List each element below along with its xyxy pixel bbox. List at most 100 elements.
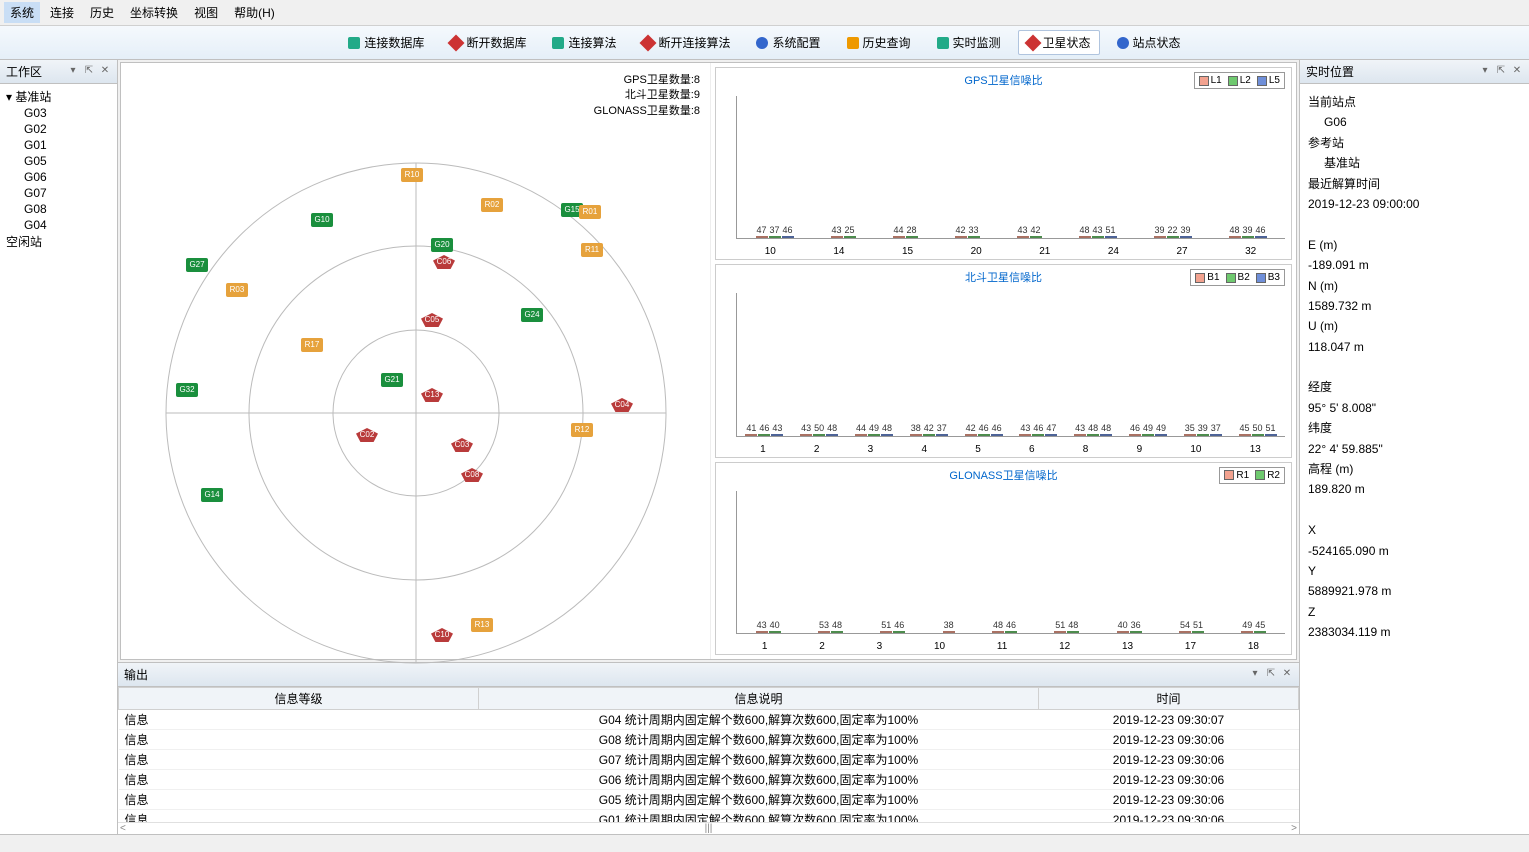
bar-group: 4325	[831, 236, 856, 238]
output-row[interactable]: 信息G05 统计周期内固定解个数600,解算次数600,固定率为100%2019…	[119, 790, 1299, 810]
bar: 38	[910, 434, 922, 436]
dropdown-icon[interactable]: ▾	[67, 66, 79, 78]
pin-icon[interactable]: ⇱	[1495, 66, 1507, 78]
menu-item[interactable]: 连接	[44, 2, 80, 23]
toolbar-button[interactable]: 历史查询	[838, 30, 920, 55]
menu-item[interactable]: 视图	[188, 2, 224, 23]
toolbar-button[interactable]: 站点状态	[1108, 30, 1190, 55]
menu-item[interactable]: 帮助(H)	[228, 2, 281, 23]
toolbar-button[interactable]: 卫星状态	[1018, 30, 1100, 55]
toolbar-button[interactable]: 系统配置	[747, 30, 829, 55]
bar: 48	[1087, 434, 1099, 436]
tree-station-item[interactable]: G01	[4, 137, 113, 153]
dropdown-icon[interactable]: ▾	[1479, 66, 1491, 78]
tree-station-item[interactable]: G06	[4, 169, 113, 185]
close-icon[interactable]: ✕	[99, 66, 111, 78]
satellite-marker[interactable]: R17	[301, 338, 323, 352]
bar: 43	[800, 434, 812, 436]
bar: 48	[1079, 236, 1091, 238]
toolbar-button[interactable]: 连接数据库	[339, 30, 433, 55]
satellite-marker[interactable]: R02	[481, 198, 503, 212]
bar: 39	[1154, 236, 1166, 238]
satellite-marker[interactable]: G20	[431, 238, 453, 252]
bar-group: 4340	[756, 631, 781, 633]
satellite-marker[interactable]: R01	[579, 205, 601, 219]
skyplot-pane: GPS卫星数量:8 北斗卫星数量:9 GLONASS卫星数量:8 R10R02G…	[121, 63, 711, 659]
bar: 46	[893, 631, 905, 633]
tree-station-item[interactable]: G03	[4, 105, 113, 121]
menu-item[interactable]: 历史	[84, 2, 120, 23]
pin-icon[interactable]: ⇱	[83, 66, 95, 78]
satellite-marker[interactable]: G27	[186, 258, 208, 272]
tree-station-item[interactable]: G02	[4, 121, 113, 137]
bar: 50	[1252, 434, 1264, 436]
tree-idle-root[interactable]: 空闲站	[4, 233, 113, 250]
tree-station-item[interactable]: G08	[4, 201, 113, 217]
satellite-marker[interactable]: G14	[201, 488, 223, 502]
bar: 46	[978, 434, 990, 436]
output-column-header[interactable]: 信息等级	[119, 688, 479, 710]
bar-group: 4342	[1017, 236, 1042, 238]
bar: 39	[1197, 434, 1209, 436]
tree-station-item[interactable]: G05	[4, 153, 113, 169]
position-header: 实时位置 ▾ ⇱ ✕	[1300, 60, 1529, 84]
satellite-marker[interactable]: R11	[581, 243, 603, 257]
output-column-header[interactable]: 信息说明	[479, 688, 1039, 710]
tree-base-root[interactable]: ▾ 基准站	[4, 88, 113, 105]
satellite-marker[interactable]: R13	[471, 618, 493, 632]
bar-group: 434647	[1019, 434, 1057, 436]
satellite-marker[interactable]: G21	[381, 373, 403, 387]
workspace-title: 工作区	[6, 63, 42, 80]
satellite-marker[interactable]: R03	[226, 283, 248, 297]
tree-station-item[interactable]: G07	[4, 185, 113, 201]
satellite-marker[interactable]: G32	[176, 383, 198, 397]
scroll-controls[interactable]: <|||>	[118, 822, 1299, 834]
toolbar-icon	[640, 34, 657, 51]
station-tree[interactable]: ▾ 基准站 G03G02G01G05G06G07G08G04 空闲站	[0, 84, 117, 834]
tree-station-item[interactable]: G04	[4, 217, 113, 233]
satellite-marker[interactable]: G24	[521, 308, 543, 322]
bar: 46	[758, 434, 770, 436]
output-row[interactable]: 信息G01 统计周期内固定解个数600,解算次数600,固定率为100%2019…	[119, 810, 1299, 823]
output-row[interactable]: 信息G06 统计周期内固定解个数600,解算次数600,固定率为100%2019…	[119, 770, 1299, 790]
bar: 45	[1254, 631, 1266, 633]
toolbar-button[interactable]: 实时监测	[928, 30, 1010, 55]
toolbar-button[interactable]: 断开连接算法	[633, 30, 739, 55]
output-grid[interactable]: 信息等级信息说明时间信息G04 统计周期内固定解个数600,解算次数600,固定…	[118, 687, 1299, 822]
main-area: 工作区 ▾ ⇱ ✕ ▾ 基准站 G03G02G01G05G06G07G08G04…	[0, 60, 1529, 834]
menu-item[interactable]: 系统	[4, 2, 40, 23]
chart-title: GPS卫星信噪比	[964, 72, 1042, 88]
pin-icon[interactable]: ⇱	[1265, 669, 1277, 681]
bar: 47	[756, 236, 768, 238]
bar: 45	[1239, 434, 1251, 436]
dropdown-icon[interactable]: ▾	[1249, 669, 1261, 681]
bar: 48	[826, 434, 838, 436]
bar: 51	[1054, 631, 1066, 633]
bar: 43	[1092, 236, 1104, 238]
satellite-marker[interactable]: R12	[571, 423, 593, 437]
bar: 51	[1265, 434, 1277, 436]
satellite-marker[interactable]: R10	[401, 168, 423, 182]
bar-group: 434848	[1074, 434, 1112, 436]
toolbar-icon	[1117, 37, 1129, 49]
output-row[interactable]: 信息G07 统计周期内固定解个数600,解算次数600,固定率为100%2019…	[119, 750, 1299, 770]
chart-legend: B1B2B3	[1190, 269, 1285, 286]
bar: 48	[881, 434, 893, 436]
menu-item[interactable]: 坐标转换	[124, 2, 184, 23]
close-icon[interactable]: ✕	[1511, 66, 1523, 78]
toolbar-button[interactable]: 断开数据库	[441, 30, 535, 55]
bar-group: 4945	[1241, 631, 1266, 633]
bar: 44	[893, 236, 905, 238]
close-icon[interactable]: ✕	[1281, 669, 1293, 681]
bar: 51	[1105, 236, 1117, 238]
toolbar: 连接数据库断开数据库连接算法断开连接算法系统配置历史查询实时监测卫星状态站点状态	[0, 26, 1529, 60]
bar: 25	[844, 236, 856, 238]
bar: 46	[1255, 236, 1267, 238]
toolbar-button[interactable]: 连接算法	[543, 30, 625, 55]
satellite-marker[interactable]: G10	[311, 213, 333, 227]
bar: 28	[906, 236, 918, 238]
output-title: 输出	[124, 666, 148, 683]
output-column-header[interactable]: 时间	[1039, 688, 1299, 710]
bar-group: 5146	[880, 631, 905, 633]
bar: 43	[1074, 434, 1086, 436]
